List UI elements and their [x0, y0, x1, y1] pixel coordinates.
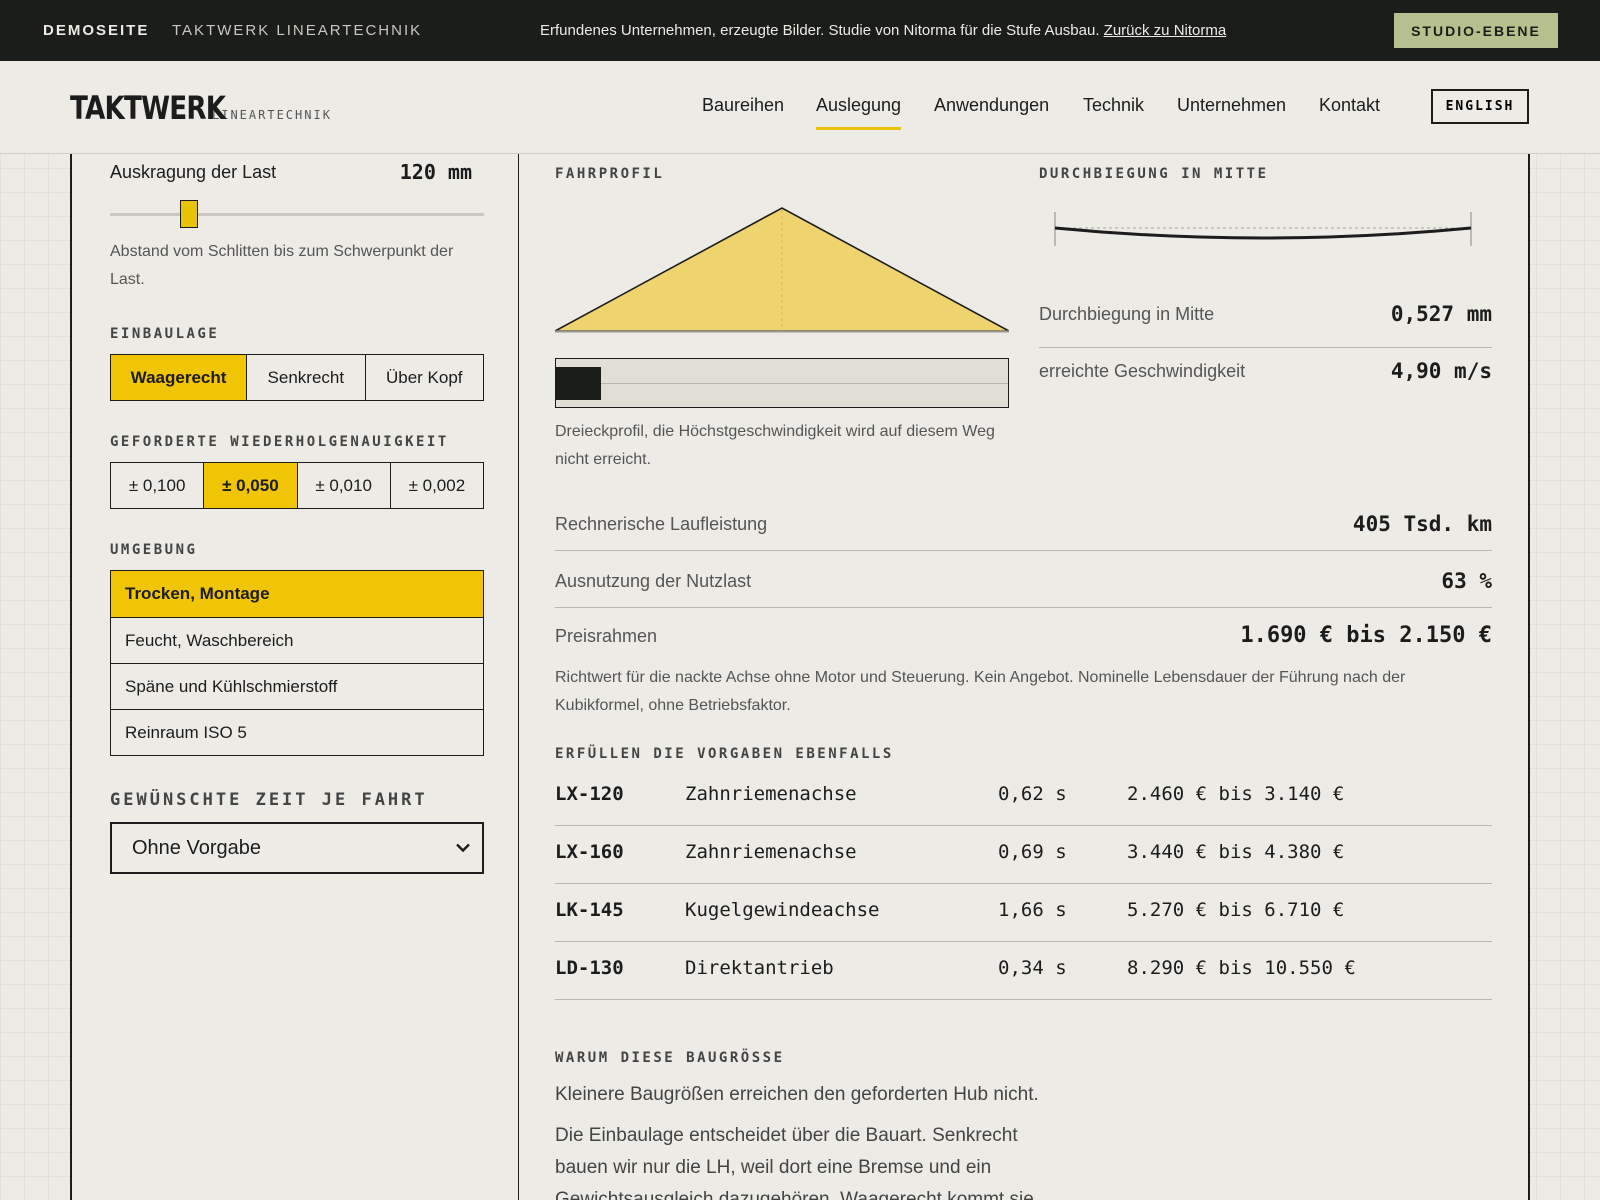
- logo-subtitle: LINEARTECHNIK: [212, 108, 332, 122]
- divider: [1039, 347, 1492, 348]
- environment-option-wet[interactable]: Feucht, Waschbereich: [111, 617, 483, 663]
- alternative-price: 3.440 € bis 4.380 €: [1127, 841, 1345, 863]
- accuracy-0010-button[interactable]: ± 0,010: [296, 463, 390, 508]
- time-label: GEWÜNSCHTE ZEIT JE FAHRT: [110, 790, 428, 810]
- alternative-code: LD-130: [555, 957, 624, 979]
- alternative-code: LX-160: [555, 841, 624, 863]
- profile-label: FAHRPROFIL: [555, 166, 665, 182]
- alternative-type: Zahnriemenachse: [685, 783, 857, 805]
- alternative-type: Kugelgewindeachse: [685, 899, 880, 921]
- price-label: Preisrahmen: [555, 626, 658, 646]
- speed-row-value: 4,90 m/s: [1390, 359, 1492, 383]
- price-note: Richtwert für die nackte Achse ohne Moto…: [555, 669, 1406, 714]
- top-banner: DEMOSEITE TAKTWERK LINEARTECHNIK Erfunde…: [0, 0, 1600, 61]
- time-select-value: Ohne Vorgabe: [132, 836, 261, 859]
- alternative-type: Zahnriemenachse: [685, 841, 857, 863]
- alternative-price: 8.290 € bis 10.550 €: [1127, 957, 1356, 979]
- why-paragraph-1: Kleinere Baugrößen erreichen den geforde…: [555, 1084, 1039, 1105]
- alternative-time: 0,62 s: [998, 783, 1067, 805]
- back-link[interactable]: Zurück zu Nitorma: [1104, 22, 1227, 39]
- logo[interactable]: TAKTWERK LINEARTECHNIK: [70, 89, 332, 127]
- config-panel: Auskragung der Last 120 mm Abstand vom S…: [70, 154, 520, 1200]
- alternative-row[interactable]: LX-160 Zahnriemenachse 0,69 s 3.440 € bi…: [555, 827, 1492, 884]
- speed-profile-chart: [555, 207, 1009, 333]
- results-panel: FAHRPROFIL Dreieckprofil, die Höchstgesc…: [519, 154, 1530, 1200]
- deflected-beam: [1054, 226, 1472, 240]
- environment-label: UMGEBUNG: [110, 542, 198, 558]
- demo-notice: Erfundenes Unternehmen, erzeugte Bilder.…: [540, 22, 1226, 39]
- payload-label: Ausnutzung der Nutzlast: [555, 571, 752, 591]
- logo-word: TAKTWERK: [70, 89, 226, 127]
- alternatives-label: ERFÜLLEN DIE VORGABEN EBENFALLS: [555, 746, 894, 762]
- divider: [555, 607, 1492, 608]
- accuracy-label: GEFORDERTE WIEDERHOLGENAUIGKEIT: [110, 434, 449, 450]
- travel-progress-fill: [556, 367, 601, 400]
- alternative-code: LX-120: [555, 783, 624, 805]
- accuracy-0050-button[interactable]: ± 0,050: [203, 463, 297, 508]
- why-paragraph-2: Die Einbaulage entscheidet über die Baua…: [555, 1125, 1034, 1200]
- language-button[interactable]: ENGLISH: [1431, 89, 1529, 124]
- accuracy-0100-button[interactable]: ± 0,100: [111, 463, 203, 508]
- demo-label: DEMOSEITE: [43, 22, 150, 39]
- travel-progress-bar: [555, 358, 1009, 408]
- accuracy-0002-button[interactable]: ± 0,002: [389, 463, 483, 508]
- chevron-down-icon: [456, 843, 470, 853]
- alternative-time: 1,66 s: [998, 899, 1067, 921]
- speed-row-label: erreichte Geschwindigkeit: [1039, 361, 1246, 381]
- alternative-price: 2.460 € bis 3.140 €: [1127, 783, 1345, 805]
- company-label: TAKTWERK LINEARTECHNIK: [172, 22, 423, 39]
- deflection-diagram: [1054, 212, 1472, 246]
- mounting-label: EINBAULAGE: [110, 326, 220, 342]
- overhang-help: Abstand vom Schlitten bis zum Schwerpunk…: [110, 243, 454, 288]
- alternative-row[interactable]: LX-120 Zahnriemenachse 0,62 s 2.460 € bi…: [555, 769, 1492, 826]
- deflection-label: DURCHBIEGUNG IN MITTE: [1039, 166, 1269, 182]
- overhang-value: 120 mm: [399, 160, 472, 184]
- payload-value: 63 %: [1441, 569, 1492, 593]
- environment-list: Trocken, Montage Feucht, Waschbereich Sp…: [110, 570, 484, 756]
- nav-kontakt[interactable]: Kontakt: [1319, 95, 1380, 116]
- mounting-overhead-button[interactable]: Über Kopf: [364, 355, 483, 400]
- alternative-code: LK-145: [555, 899, 624, 921]
- nav-baureihen[interactable]: Baureihen: [702, 95, 784, 116]
- nav-technik[interactable]: Technik: [1083, 95, 1144, 116]
- alternative-time: 0,34 s: [998, 957, 1067, 979]
- studio-level-button[interactable]: STUDIO-EBENE: [1394, 13, 1558, 48]
- environment-option-chips[interactable]: Späne und Kühlschmierstoff: [111, 663, 483, 709]
- deflection-row-label: Durchbiegung in Mitte: [1039, 304, 1215, 324]
- why-label: WARUM DIESE BAUGRÖSSE: [555, 1050, 785, 1066]
- life-label: Rechnerische Laufleistung: [555, 514, 768, 534]
- nav-anwendungen[interactable]: Anwendungen: [934, 95, 1049, 116]
- alternative-type: Direktantrieb: [685, 957, 834, 979]
- deflection-row-value: 0,527 mm: [1390, 302, 1492, 326]
- progress-midline: [556, 383, 1008, 384]
- mounting-segmented: Waagerecht Senkrecht Über Kopf: [110, 354, 484, 401]
- notice-text: Erfundenes Unternehmen, erzeugte Bilder.…: [540, 22, 1100, 39]
- price-value: 1.690 € bis 2.150 €: [1240, 623, 1492, 648]
- overhang-slider-thumb[interactable]: [179, 200, 198, 228]
- time-select[interactable]: Ohne Vorgabe: [110, 822, 484, 874]
- environment-option-dry[interactable]: Trocken, Montage: [111, 571, 483, 617]
- profile-caption: Dreieckprofil, die Höchstgeschwindigkeit…: [555, 423, 995, 468]
- overhang-label: Auskragung der Last: [110, 162, 277, 182]
- alternative-row[interactable]: LD-130 Direktantrieb 0,34 s 8.290 € bis …: [555, 943, 1492, 1000]
- divider: [555, 550, 1492, 551]
- life-value: 405 Tsd. km: [1352, 512, 1492, 536]
- alternative-row[interactable]: LK-145 Kugelgewindeachse 1,66 s 5.270 € …: [555, 885, 1492, 942]
- overhang-slider-track[interactable]: [110, 213, 484, 216]
- site-header: TAKTWERK LINEARTECHNIK Baureihen Auslegu…: [0, 61, 1600, 154]
- mounting-horizontal-button[interactable]: Waagerecht: [111, 355, 247, 400]
- alternative-price: 5.270 € bis 6.710 €: [1127, 899, 1345, 921]
- accuracy-segmented: ± 0,100 ± 0,050 ± 0,010 ± 0,002: [110, 462, 484, 509]
- nav-auslegung[interactable]: Auslegung: [816, 95, 902, 130]
- environment-option-cleanroom[interactable]: Reinraum ISO 5: [111, 709, 483, 755]
- alternative-time: 0,69 s: [998, 841, 1067, 863]
- mounting-vertical-button[interactable]: Senkrecht: [246, 355, 364, 400]
- nav-unternehmen[interactable]: Unternehmen: [1177, 95, 1286, 116]
